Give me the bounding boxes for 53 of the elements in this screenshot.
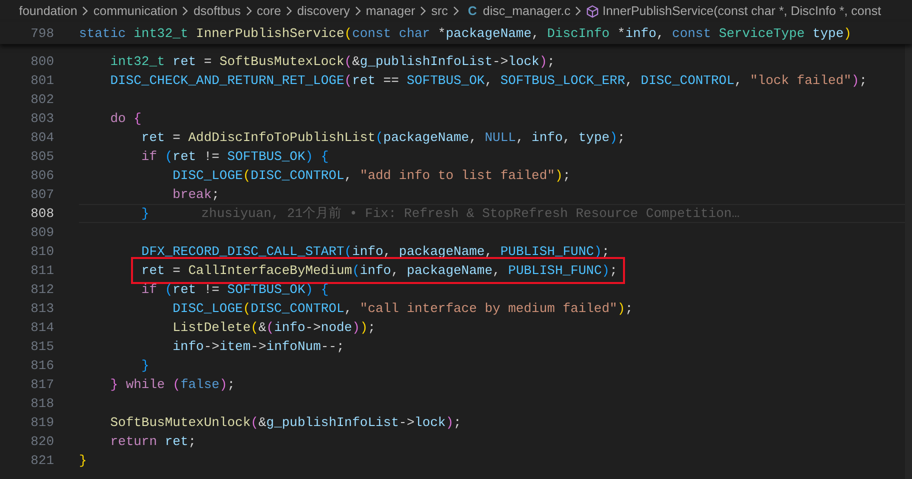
line-number: 807 — [30, 186, 54, 204]
line-number: 811 — [30, 262, 54, 280]
code-line: int32_t ret = SoftBusMutexLock(&g_publishInfoList->lock); — [109, 53, 556, 71]
breadcrumb-item[interactable]: dsoftbus — [193, 4, 241, 18]
line-number: 820 — [30, 433, 54, 451]
line-number: 806 — [30, 167, 54, 185]
line-number: 817 — [30, 376, 54, 394]
line-number: 800 — [30, 53, 54, 71]
line-number: 821 — [30, 452, 54, 470]
code-line: DISC_LOGE(DISC_CONTROL, "add info to list failed"); — [172, 167, 572, 185]
c-file-icon: C — [468, 4, 477, 18]
code-line: return ret; — [109, 433, 198, 451]
code-line: DISC_CHECK_AND_RETURN_RET_LOGE(ret == SOFTBUS_OK, SOFTBUS_LOCK_ERR, DISC_CONTROL, "lock failed"); — [109, 72, 868, 90]
line-number: 812 — [30, 281, 54, 299]
line-number: 803 — [30, 110, 54, 128]
code-line: static int32_t InnerPublishService(const char *packageName, DiscInfo *info, const ServiceType type) — [79, 24, 852, 42]
line-number: 819 — [30, 414, 54, 432]
breadcrumb-item[interactable]: discovery — [297, 4, 350, 18]
code-line: } — [140, 357, 150, 375]
line-number: 808 — [30, 205, 54, 223]
breadcrumb-item[interactable]: core — [256, 4, 282, 18]
line-number: 798 — [30, 24, 54, 42]
line-number: 805 — [30, 148, 54, 166]
line-number: 802 — [30, 91, 54, 109]
code-line: DISC_LOGE(DISC_CONTROL, "call interface by medium failed"); — [172, 300, 634, 318]
breadcrumb-item[interactable]: manager — [366, 4, 416, 18]
breadcrumb-item[interactable]: disc_manager.c — [482, 4, 570, 18]
line-number: 816 — [30, 357, 54, 375]
line-number: 814 — [30, 319, 54, 337]
breadcrumb-item[interactable]: InnerPublishService(const char *, DiscInfo *, const — [602, 4, 882, 18]
code-line: } while (false); — [109, 376, 236, 394]
line-number: 813 — [30, 300, 54, 318]
code-line: break; — [172, 186, 220, 204]
line-number: 815 — [30, 338, 54, 356]
line-number: 810 — [30, 243, 54, 261]
breadcrumb-item[interactable]: src — [431, 4, 448, 18]
line-number: 809 — [30, 224, 54, 242]
breadcrumb-item[interactable]: foundation — [19, 4, 78, 18]
code-line: if (ret != SOFTBUS_OK) { — [140, 281, 330, 299]
code-line: info->item->infoNum--; — [172, 338, 346, 356]
breadcrumb-item[interactable]: communication — [93, 4, 178, 18]
cube-icon — [586, 4, 600, 18]
code-line: if (ret != SOFTBUS_OK) { — [140, 148, 330, 166]
code-line: } — [140, 205, 150, 223]
code-line: SoftBusMutexUnlock(&g_publishInfoList->lock); — [109, 414, 462, 432]
blame-annotation: zhusiyuan, 21个月前 • Fix: Refresh & StopRefresh Resource Competition… — [201, 205, 740, 223]
line-number: 804 — [30, 129, 54, 147]
code-line: ListDelete(&(info->node)); — [172, 319, 377, 337]
code-line: ret = AddDiscInfoToPublishList(packageName, NULL, info, type); — [140, 129, 626, 147]
code-line: do { — [109, 110, 142, 128]
line-number: 801 — [30, 72, 54, 90]
line-number: 818 — [30, 395, 54, 413]
code-line: } — [78, 452, 88, 470]
